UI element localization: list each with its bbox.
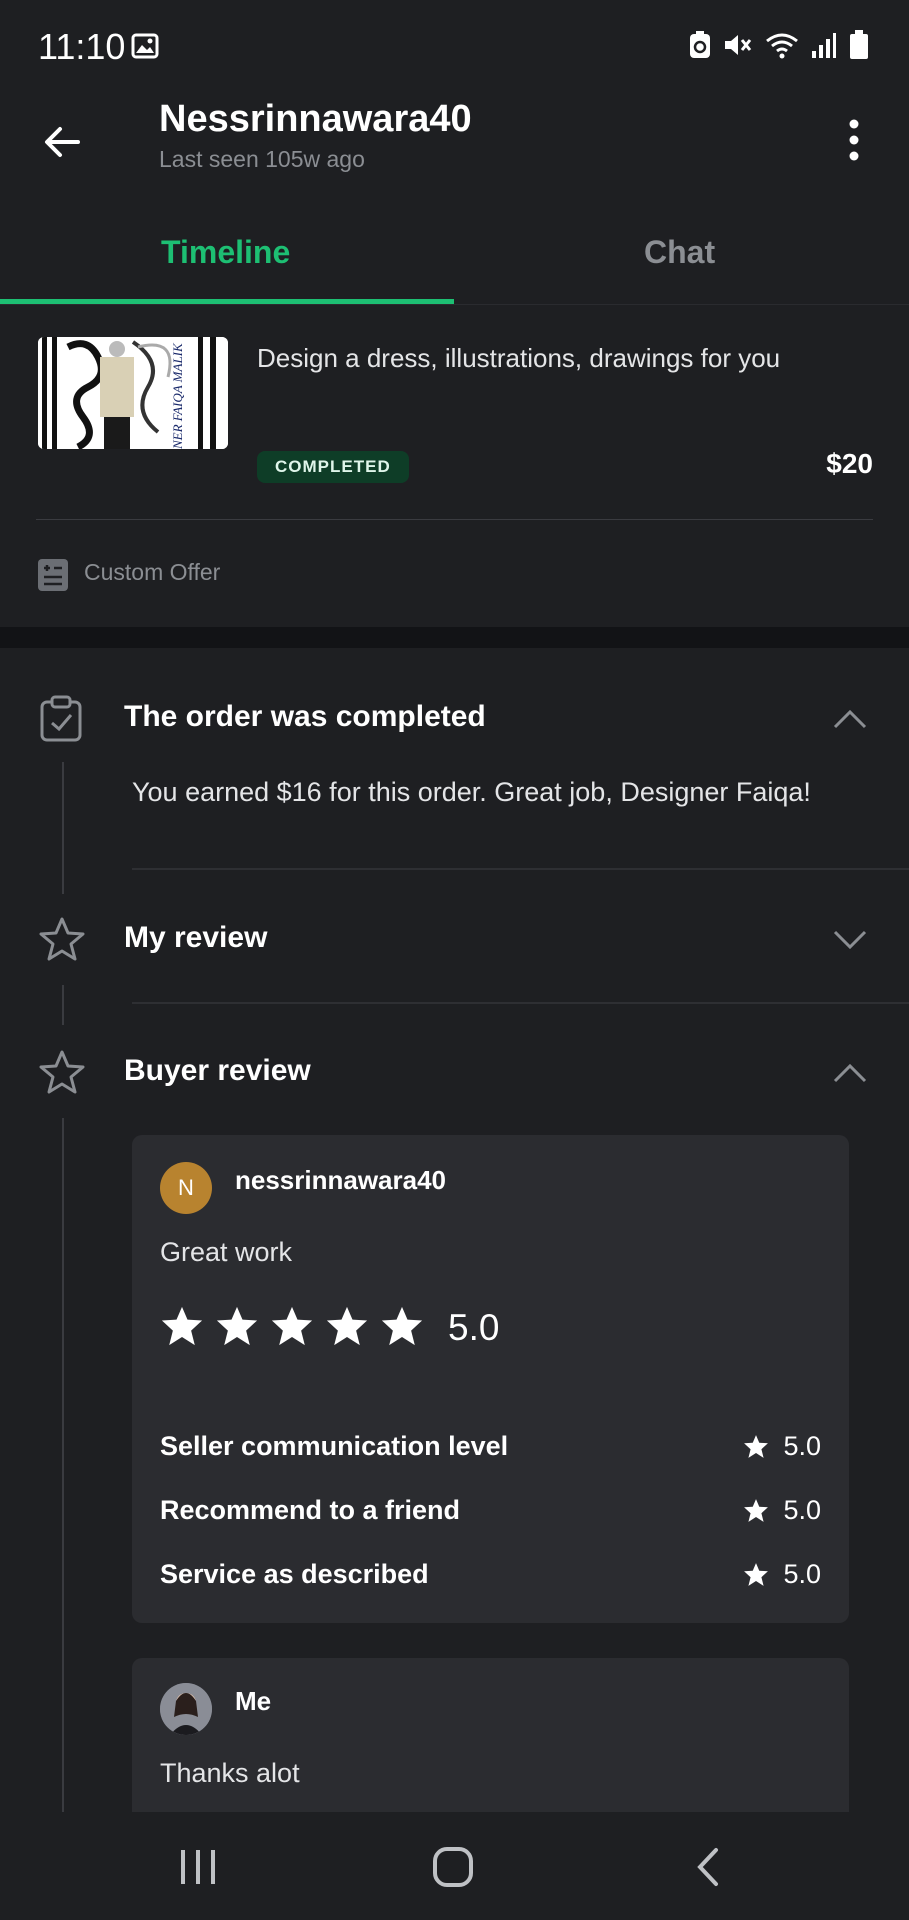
last-seen: Last seen 105w ago	[159, 146, 365, 172]
criterion-value: 5.0	[783, 1431, 821, 1461]
battery-saver-icon	[689, 31, 711, 64]
star-icon	[744, 1435, 769, 1458]
recent-apps-button[interactable]	[178, 1848, 218, 1891]
star-icon	[326, 1306, 368, 1346]
custom-offer-icon	[37, 558, 69, 597]
gig-thumbnail: NER FAIQA MALIK	[38, 337, 228, 449]
wifi-icon	[765, 31, 799, 64]
battery-icon	[849, 30, 869, 65]
my-review-title[interactable]: My review	[124, 921, 267, 955]
criterion-label: Service as described	[160, 1559, 429, 1589]
star-icon	[744, 1499, 769, 1522]
avatar[interactable]: N	[160, 1162, 212, 1214]
earnings-message: You earned $16 for this order. Great job…	[132, 777, 811, 807]
criterion-value: 5.0	[783, 1559, 821, 1589]
reviewer-name: nessrinnawara40	[235, 1165, 447, 1195]
home-button[interactable]	[432, 1846, 474, 1893]
recent-apps-icon	[181, 1850, 215, 1884]
reply-author: Me	[235, 1686, 272, 1716]
star-icon	[744, 1563, 769, 1586]
seller-reply-card: Me Thanks alot	[132, 1658, 849, 1812]
status-icons	[689, 30, 869, 65]
star-icon	[161, 1306, 203, 1346]
clipboard-check-icon	[38, 695, 84, 748]
status-bar: 11:10	[0, 0, 909, 92]
avatar[interactable]	[160, 1683, 212, 1735]
review-text: Great work	[160, 1237, 293, 1267]
order-summary[interactable]: NER FAIQA MALIK Design a dress, illustra…	[0, 305, 909, 627]
signal-icon	[811, 31, 837, 64]
chevron-left-icon	[697, 1848, 718, 1886]
chevron-up-icon[interactable]	[832, 708, 868, 730]
tab-timeline[interactable]: Timeline	[161, 234, 290, 271]
status-badge: COMPLETED	[257, 451, 409, 483]
order-price: $20	[826, 448, 873, 479]
timeline-connector	[62, 762, 64, 894]
timeline-connector	[62, 985, 64, 1025]
more-options-button[interactable]	[842, 116, 866, 164]
divider	[132, 868, 909, 870]
gallery-notification-icon	[131, 33, 159, 64]
star-icon	[216, 1306, 258, 1346]
mute-icon	[723, 31, 753, 64]
back-button[interactable]	[40, 120, 84, 164]
home-icon	[433, 1847, 473, 1887]
reply-text: Thanks alot	[160, 1758, 300, 1788]
divider	[36, 519, 873, 520]
system-back-button[interactable]	[694, 1846, 722, 1893]
buyer-review-card: N nessrinnawara40 Great work 5.0 Seller …	[132, 1135, 849, 1623]
criterion-value: 5.0	[783, 1495, 821, 1525]
order-title: Design a dress, illustrations, drawings …	[257, 343, 781, 373]
tab-bar: Timeline Chat	[0, 204, 909, 305]
system-navigation-bar	[0, 1812, 909, 1920]
star-icon	[271, 1306, 313, 1346]
thumbnail-text: NER FAIQA MALIK	[170, 343, 185, 449]
tab-indicator	[0, 299, 454, 304]
star-icon	[381, 1306, 423, 1346]
tab-chat[interactable]: Chat	[644, 234, 715, 271]
overall-rating: 5.0	[448, 1307, 500, 1348]
buyer-review-title[interactable]: Buyer review	[124, 1054, 311, 1088]
criterion-label: Seller communication level	[160, 1431, 509, 1461]
criterion-rating: 5.0	[743, 1495, 821, 1526]
divider	[132, 1002, 909, 1004]
conversation-header: Nessrinnawara40 Last seen 105w ago	[0, 92, 909, 202]
custom-offer-label: Custom Offer	[84, 559, 221, 585]
more-vertical-icon	[849, 119, 859, 161]
chevron-down-icon[interactable]	[832, 929, 868, 951]
star-outline-icon	[38, 1049, 86, 1100]
section-separator	[0, 627, 909, 648]
order-completed-title[interactable]: The order was completed	[124, 700, 486, 734]
status-time: 11:10	[38, 26, 126, 67]
arrow-left-icon	[45, 127, 80, 157]
timeline-connector	[62, 1118, 64, 1812]
contact-name: Nessrinnawara40	[159, 98, 472, 140]
criterion-label: Recommend to a friend	[160, 1495, 461, 1525]
chevron-up-icon[interactable]	[832, 1062, 868, 1084]
criterion-rating: 5.0	[743, 1559, 821, 1590]
star-rating	[160, 1305, 424, 1347]
star-outline-icon	[38, 916, 86, 967]
criterion-rating: 5.0	[743, 1431, 821, 1462]
